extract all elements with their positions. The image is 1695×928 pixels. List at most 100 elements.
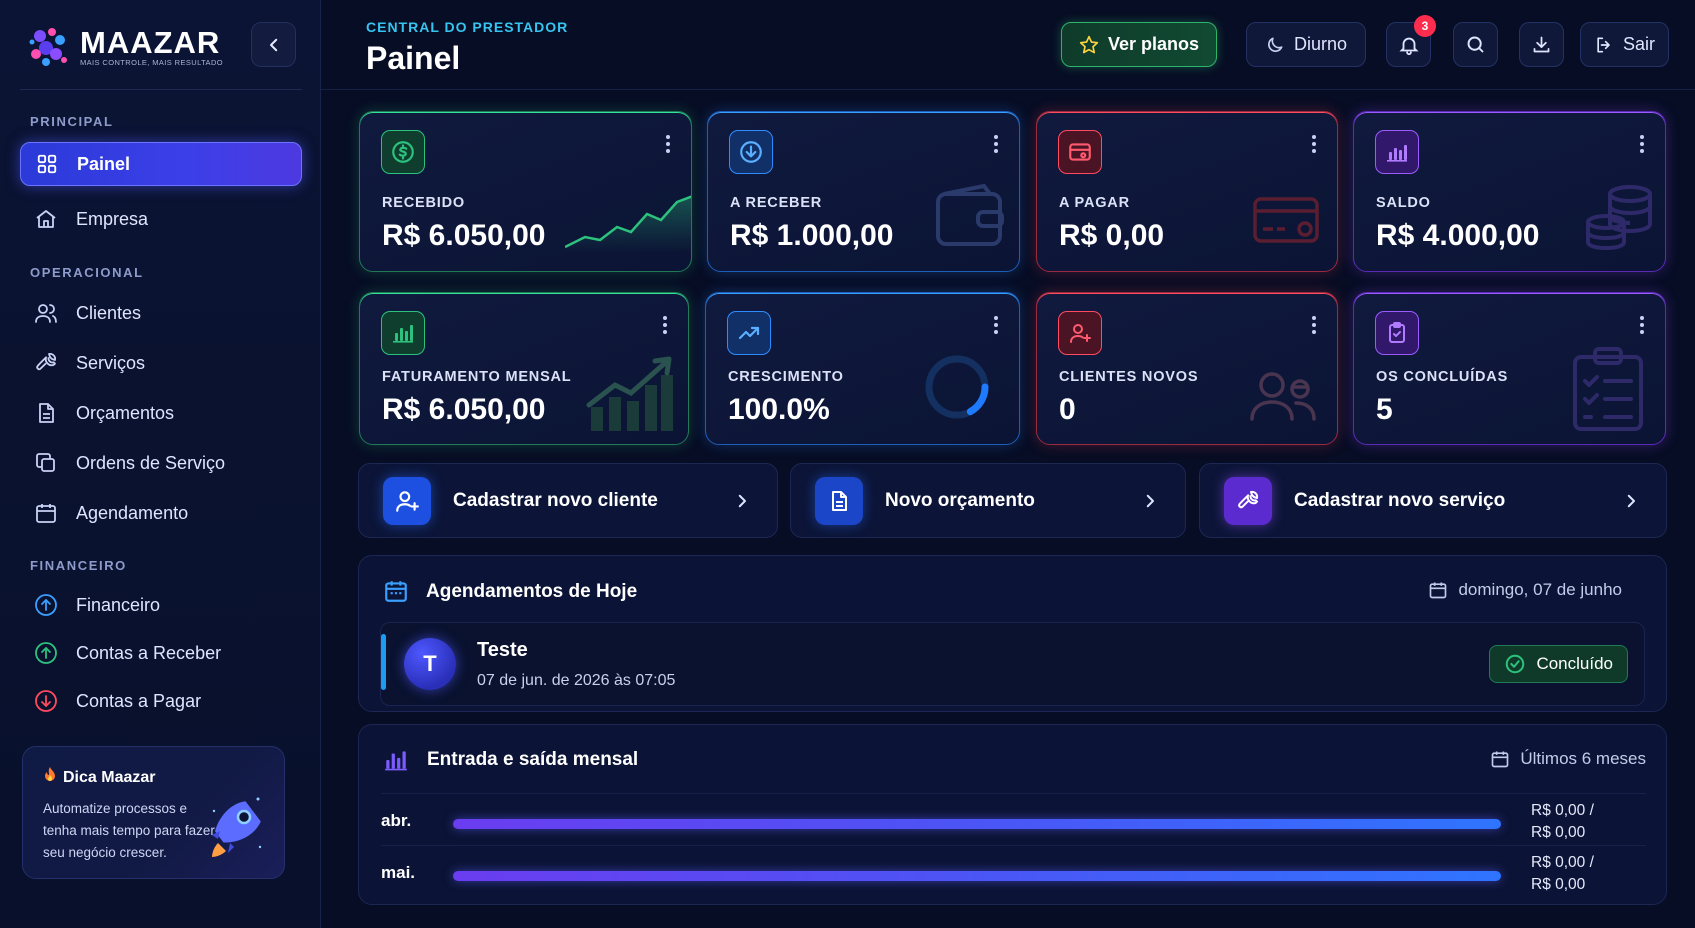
wallet-icon bbox=[936, 184, 1004, 246]
more-options-icon[interactable] bbox=[1639, 134, 1645, 154]
more-options-icon[interactable] bbox=[662, 315, 668, 335]
row-divider bbox=[381, 793, 1646, 794]
more-options-icon[interactable] bbox=[993, 134, 999, 154]
credit-card-deco-icon bbox=[1253, 197, 1319, 243]
download-circle-icon bbox=[729, 130, 773, 174]
collapse-sidebar-button[interactable] bbox=[251, 22, 296, 67]
bell-icon bbox=[1398, 37, 1419, 55]
month-label: abr. bbox=[381, 811, 412, 830]
cashflow-bar bbox=[453, 819, 1501, 829]
new-client-label: Cadastrar novo cliente bbox=[453, 489, 658, 511]
stat-card-saldo[interactable]: SALDO R$ 4.000,00 bbox=[1353, 111, 1666, 272]
download-button[interactable] bbox=[1519, 22, 1564, 67]
notifications-badge: 3 bbox=[1414, 15, 1436, 37]
stat-card-a-receber[interactable]: A RECEBER R$ 1.000,00 bbox=[707, 111, 1020, 272]
new-quote-action[interactable]: Novo orçamento bbox=[790, 463, 1186, 538]
stat-value: R$ 1.000,00 bbox=[730, 219, 894, 252]
stat-label: OS CONCLUÍDAS bbox=[1376, 369, 1509, 385]
period-selector[interactable]: Últimos 6 meses bbox=[1490, 749, 1646, 769]
expense-value: R$ 0,00 bbox=[1531, 824, 1586, 841]
appointment-name: Teste bbox=[477, 639, 528, 661]
grid-icon bbox=[35, 152, 59, 176]
logout-label: Sair bbox=[1622, 34, 1655, 54]
wrench-icon bbox=[1224, 476, 1272, 525]
stat-card-recebido[interactable]: RECEBIDO R$ 6.050,00 bbox=[359, 111, 692, 272]
view-plans-button[interactable]: Ver planos bbox=[1061, 22, 1217, 67]
trending-up-icon bbox=[727, 311, 771, 355]
sidebar-item-label: Agendamento bbox=[76, 502, 189, 523]
more-options-icon[interactable] bbox=[1311, 134, 1317, 154]
fire-icon bbox=[43, 767, 57, 788]
notifications-button[interactable]: 3 bbox=[1386, 15, 1436, 67]
sidebar-item-clientes[interactable]: Clientes bbox=[20, 291, 302, 335]
calendar-icon bbox=[385, 581, 407, 602]
stat-card-os-concluidas[interactable]: OS CONCLUÍDAS 5 bbox=[1353, 292, 1666, 445]
cashflow-values: R$ 0,00 / R$ 0,00 bbox=[1531, 852, 1594, 896]
more-options-icon[interactable] bbox=[1639, 315, 1645, 335]
new-client-action[interactable]: Cadastrar novo cliente bbox=[358, 463, 778, 538]
new-service-label: Cadastrar novo serviço bbox=[1294, 489, 1506, 511]
sidebar-item-ordens-de-servico[interactable]: Ordens de Serviço bbox=[20, 441, 302, 485]
stat-card-crescimento[interactable]: CRESCIMENTO 100.0% bbox=[705, 292, 1020, 445]
theme-toggle-button[interactable]: Diurno bbox=[1246, 22, 1366, 67]
users-deco-icon bbox=[1250, 372, 1316, 421]
moon-icon bbox=[1268, 37, 1283, 52]
stat-value: R$ 0,00 bbox=[1059, 219, 1165, 252]
credit-card-icon bbox=[1058, 130, 1102, 174]
calendar-small-icon bbox=[1430, 582, 1447, 599]
income-value: R$ 0,00 / bbox=[1531, 854, 1594, 871]
cashflow-values: R$ 0,00 / R$ 0,00 bbox=[1531, 800, 1594, 844]
tip-text: Automatize processos e tenha mais tempo … bbox=[43, 801, 215, 860]
sidebar-item-label: Contas a Receber bbox=[76, 642, 222, 663]
user-plus-icon bbox=[1058, 311, 1102, 355]
appointment-item[interactable]: T Teste 07 de jun. de 2026 às 07:05 Conc… bbox=[380, 622, 1645, 706]
sidebar-item-agendamento[interactable]: Agendamento bbox=[20, 491, 302, 535]
avatar: T bbox=[404, 638, 456, 690]
user-plus-icon bbox=[383, 476, 431, 525]
brand-tagline: MAIS CONTROLE, MAIS RESULTADO bbox=[80, 57, 224, 67]
home-icon bbox=[34, 207, 58, 231]
download-icon bbox=[1533, 36, 1550, 53]
theme-toggle-label: Diurno bbox=[1293, 34, 1348, 54]
stat-card-faturamento-mensal[interactable]: FATURAMENTO MENSAL R$ 6.050,00 bbox=[359, 292, 689, 445]
logo-mark-icon bbox=[29, 28, 67, 66]
sidebar-item-label: Serviços bbox=[76, 352, 146, 373]
tip-card: Dica Maazar Automatize processos e tenha… bbox=[22, 746, 285, 879]
dollar-circle-icon bbox=[381, 130, 425, 174]
cashflow-bar bbox=[453, 871, 1501, 881]
section-label-operacional: OPERACIONAL bbox=[30, 265, 144, 280]
sidebar-item-painel[interactable]: Painel bbox=[20, 142, 302, 186]
schedule-panel: Agendamentos de Hoje domingo, 07 de junh… bbox=[358, 555, 1667, 712]
sidebar-item-empresa[interactable]: Empresa bbox=[20, 197, 302, 241]
sidebar-item-financeiro[interactable]: Financeiro bbox=[20, 583, 302, 627]
cashflow-title: Entrada e saída mensal bbox=[427, 749, 639, 770]
chevron-right-icon bbox=[1146, 494, 1154, 507]
search-button[interactable] bbox=[1453, 22, 1498, 67]
sidebar-item-orcamentos[interactable]: Orçamentos bbox=[20, 391, 302, 435]
stat-card-clientes-novos[interactable]: CLIENTES NOVOS 0 bbox=[1036, 292, 1338, 445]
income-value: R$ 0,00 / bbox=[1531, 802, 1594, 819]
sidebar-item-label: Financeiro bbox=[76, 594, 161, 615]
sidebar-item-contas-a-pagar[interactable]: Contas a Pagar bbox=[20, 679, 302, 723]
stat-label: SALDO bbox=[1376, 195, 1431, 211]
more-options-icon[interactable] bbox=[665, 134, 671, 154]
expense-value: R$ 0,00 bbox=[1531, 876, 1586, 893]
logout-button[interactable]: Sair bbox=[1580, 22, 1669, 67]
bar-chart-icon bbox=[1375, 130, 1419, 174]
brand-logo[interactable]: MAAZAR MAIS CONTROLE, MAIS RESULTADO bbox=[26, 22, 223, 72]
more-options-icon[interactable] bbox=[993, 315, 999, 335]
document-icon bbox=[34, 401, 58, 425]
stat-value: R$ 4.000,00 bbox=[1376, 219, 1540, 252]
progress-ring-icon bbox=[925, 355, 989, 419]
wrench-icon bbox=[34, 351, 58, 375]
calendar-icon bbox=[34, 501, 58, 525]
cashflow-row: abr. R$ 0,00 / R$ 0,00 bbox=[381, 797, 1646, 845]
cashflow-panel: Entrada e saída mensal Últimos 6 meses a… bbox=[358, 724, 1667, 905]
more-options-icon[interactable] bbox=[1311, 315, 1317, 335]
row-divider bbox=[381, 845, 1646, 846]
sidebar-item-contas-a-receber[interactable]: Contas a Receber bbox=[20, 631, 302, 675]
sidebar-item-servicos[interactable]: Serviços bbox=[20, 341, 302, 385]
chevron-right-icon bbox=[738, 494, 746, 507]
stat-card-a-pagar[interactable]: A PAGAR R$ 0,00 bbox=[1036, 111, 1338, 272]
new-service-action[interactable]: Cadastrar novo serviço bbox=[1199, 463, 1667, 538]
